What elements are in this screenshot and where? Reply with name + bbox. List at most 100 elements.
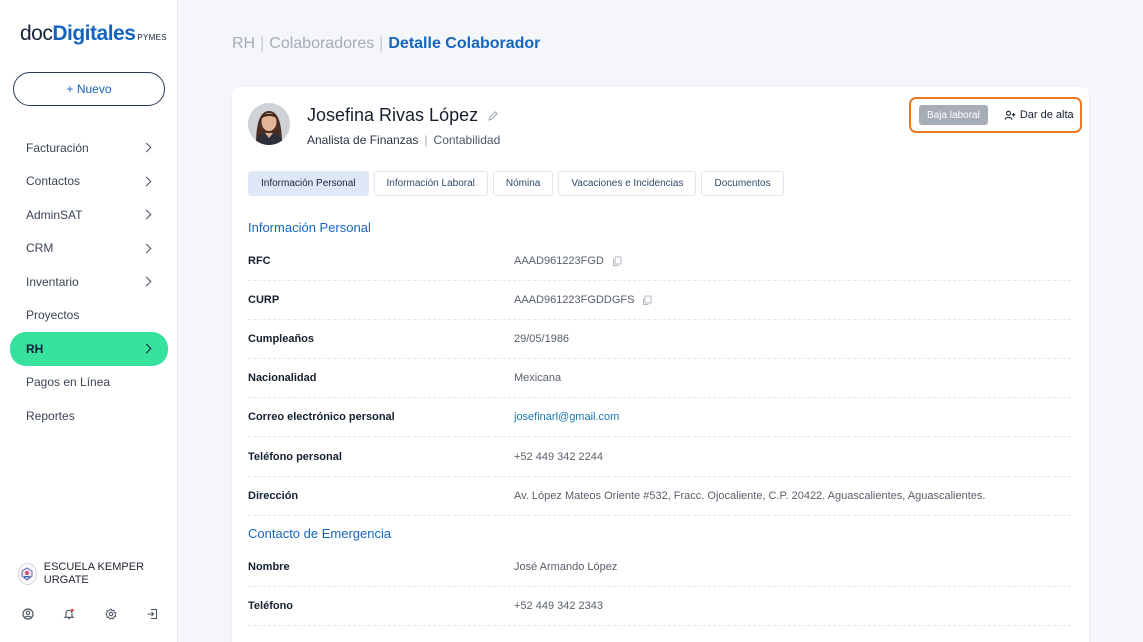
breadcrumb: RH | Colaboradores | Detalle Colaborador — [232, 35, 540, 53]
info-value-wrap: AAAD961223FGDDGFS — [514, 294, 652, 306]
copy-icon[interactable] — [642, 295, 652, 306]
employee-department: Contabilidad — [433, 133, 501, 147]
chevron-right-icon — [141, 142, 152, 153]
org-logo-icon — [18, 563, 37, 585]
info-row-nombre: Nombre José Armando López — [248, 548, 1071, 588]
sidebar-item-inventario[interactable]: Inventario — [10, 265, 168, 299]
info-label: Teléfono — [248, 600, 294, 613]
brand-digitales: Digitales — [52, 22, 136, 45]
sidebar-item-proyectos[interactable]: Proyectos — [10, 299, 168, 333]
sidebar-item-facturacion[interactable]: Facturación — [10, 131, 168, 165]
info-value-wrap: José Armando López — [514, 561, 617, 573]
pencil-icon[interactable] — [487, 110, 499, 122]
copy-icon[interactable] — [612, 256, 622, 267]
sidebar-item-pagos-en-linea[interactable]: Pagos en Línea — [10, 366, 168, 400]
sidebar-item-label: Facturación — [26, 140, 89, 155]
email-link[interactable]: josefinarl@gmail.com — [514, 411, 619, 423]
employment-actions: Baja laboral Dar de alta — [909, 97, 1082, 133]
brand-logo[interactable]: doc Digitales PYMES — [20, 22, 167, 46]
info-value: +52 449 342 2343 — [514, 600, 604, 613]
personal-info-list: RFC AAAD961223FGD CURP AAAD961223FGDDGFS Cum… — [248, 242, 1071, 516]
sidebar-nav: Facturación Contactos AdminSAT CRM Inventari… — [10, 131, 168, 433]
breadcrumb-item-rh[interactable]: RH — [232, 35, 255, 52]
subtitle-separator: | — [424, 133, 428, 147]
info-row-telefono: Teléfono +52 449 342 2343 — [248, 587, 1071, 627]
tab-vacaciones-e-incidencias[interactable]: Vacaciones e Incidencias — [558, 171, 697, 196]
page-title: Detalle Colaborador — [388, 35, 541, 52]
baja-laboral-button[interactable]: Baja laboral — [919, 105, 988, 125]
info-label: Dirección — [248, 489, 299, 502]
emergency-contact-list: Nombre José Armando López Teléfono +52 449 … — [248, 548, 1071, 627]
sidebar-item-label: Reportes — [26, 408, 75, 423]
sidebar-item-label: AdminSAT — [26, 207, 83, 222]
info-label: Nacionalidad — [248, 372, 317, 385]
employee-subtitle: Analista de Finanzas | Contabilidad — [307, 133, 500, 147]
tab-nomina[interactable]: Nómina — [492, 171, 554, 196]
user-icon[interactable] — [20, 606, 36, 622]
breadcrumb-item-colaboradores[interactable]: Colaboradores — [269, 35, 374, 52]
bell-icon[interactable] — [61, 606, 77, 622]
info-value: +52 449 342 2244 — [514, 450, 604, 463]
dar-de-alta-button[interactable]: Dar de alta — [1004, 109, 1074, 121]
info-value: Mexicana — [514, 372, 562, 385]
employee-position: Analista de Finanzas — [307, 133, 419, 147]
add-user-icon — [1004, 110, 1016, 121]
avatar — [248, 103, 290, 145]
section-title-emergency: Contacto de Emergencia — [248, 526, 392, 541]
info-value-wrap: +52 449 342 2343 — [514, 600, 603, 612]
sidebar-item-contactos[interactable]: Contactos — [10, 165, 168, 199]
breadcrumb-separator: | — [379, 35, 384, 52]
detail-tabs: Información Personal Información Laboral N… — [248, 171, 789, 196]
info-row-direccion: Dirección Av. López Mateos Oriente #532, … — [248, 477, 1071, 516]
info-value-wrap: 29/05/1986 — [514, 333, 569, 345]
new-button[interactable]: + Nuevo — [13, 72, 165, 106]
info-row-telefono-personal: Teléfono personal +52 449 342 2244 — [248, 437, 1071, 477]
info-value: AAAD961223FGDDGFS — [514, 294, 635, 307]
info-label: Nombre — [248, 561, 290, 574]
chevron-right-icon — [141, 243, 152, 254]
info-row-nacionalidad: Nacionalidad Mexicana — [248, 359, 1071, 399]
info-value: Av. López Mateos Oriente #532, Fracc. Oj… — [514, 489, 986, 502]
chevron-right-icon — [141, 343, 152, 354]
info-value: José Armando López — [514, 561, 618, 574]
info-value-wrap[interactable]: josefinarl@gmail.com — [514, 411, 619, 423]
section-title-personal: Información Personal — [248, 220, 371, 235]
employee-detail-card: Josefina Rivas López Analista de Finanza… — [232, 87, 1089, 642]
info-value-wrap: AAAD961223FGD — [514, 255, 622, 267]
brand-doc: doc — [20, 22, 53, 45]
sidebar-item-adminsat[interactable]: AdminSAT — [10, 198, 168, 232]
sidebar-item-rh[interactable]: RH — [10, 332, 168, 366]
chevron-right-icon — [141, 209, 152, 220]
info-label: RFC — [248, 255, 271, 268]
sidebar: doc Digitales PYMES + Nuevo Facturación Con… — [0, 0, 178, 642]
sidebar-item-reportes[interactable]: Reportes — [10, 399, 168, 433]
info-row-rfc: RFC AAAD961223FGD — [248, 242, 1071, 282]
tab-informacion-laboral[interactable]: Información Laboral — [373, 171, 488, 196]
info-value: 29/05/1986 — [514, 333, 570, 346]
info-row-cumpleanos: Cumpleaños 29/05/1986 — [248, 320, 1071, 360]
sidebar-footer — [20, 606, 160, 622]
employee-name: Josefina Rivas López — [307, 105, 479, 125]
info-value-wrap: Mexicana — [514, 372, 561, 384]
info-label: Correo electrónico personal — [248, 411, 395, 424]
sidebar-item-label: Proyectos — [26, 308, 80, 323]
logout-icon[interactable] — [144, 606, 160, 622]
info-label: Cumpleaños — [248, 333, 315, 346]
chevron-right-icon — [141, 176, 152, 187]
brand-pymes: PYMES — [137, 33, 167, 42]
sidebar-item-crm[interactable]: CRM — [10, 232, 168, 266]
breadcrumb-separator: | — [260, 35, 265, 52]
info-value-wrap: +52 449 342 2244 — [514, 451, 603, 463]
info-label: CURP — [248, 294, 280, 307]
sidebar-item-label: Inventario — [26, 274, 79, 289]
info-value-wrap: Av. López Mateos Oriente #532, Fracc. Oj… — [514, 490, 985, 502]
info-value: AAAD961223FGD — [514, 255, 604, 268]
tab-informacion-personal[interactable]: Información Personal — [248, 171, 369, 196]
organization[interactable]: ESCUELA KEMPER URGATE — [18, 561, 168, 587]
info-label: Teléfono personal — [248, 450, 342, 463]
sidebar-item-label: Pagos en Línea — [26, 375, 111, 390]
tab-documentos[interactable]: Documentos — [701, 171, 784, 196]
gear-icon[interactable] — [103, 606, 119, 622]
info-row-correo-electronico-personal: Correo electrónico personal josefinarl@gm… — [248, 398, 1071, 438]
sidebar-item-label: CRM — [26, 241, 54, 256]
